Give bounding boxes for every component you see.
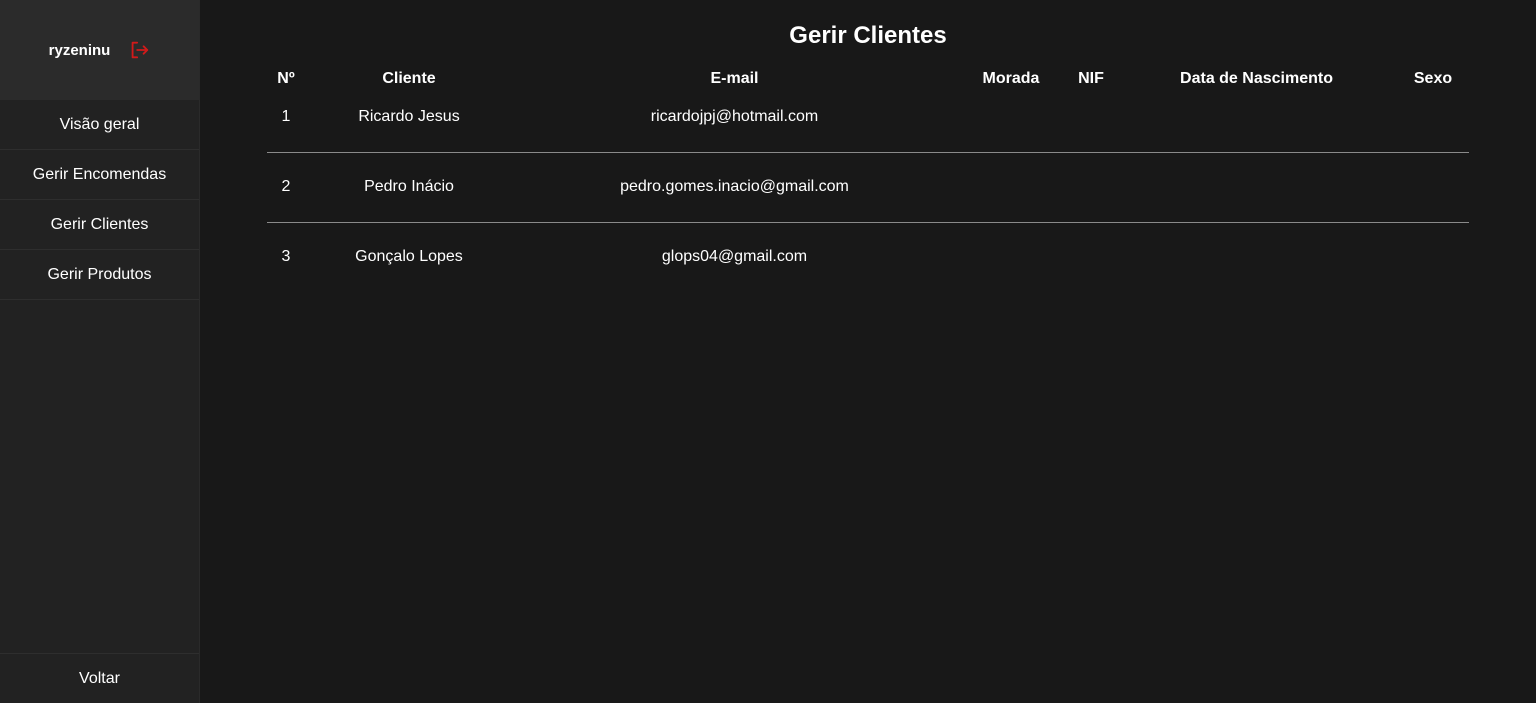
sidebar-nav: Visão geral Gerir Encomendas Gerir Clien… [0, 100, 199, 300]
username: ryzeninu [48, 41, 111, 59]
cell-num: 3 [281, 248, 291, 266]
header-morada: Morada [982, 70, 1040, 87]
table-row[interactable]: 1 Ricardo Jesus ricardojpj@hotmail.com [267, 96, 1469, 152]
cell-nif [1066, 152, 1116, 222]
header-data-nascimento: Data de Nascimento [1180, 70, 1333, 87]
cell-data-nascimento [1116, 222, 1397, 292]
logout-icon[interactable] [128, 39, 150, 61]
cell-sexo [1397, 152, 1469, 222]
cell-nif [1066, 222, 1116, 292]
cell-cliente: Ricardo Jesus [358, 107, 460, 125]
cell-cliente: Gonçalo Lopes [355, 248, 463, 266]
cell-data-nascimento [1116, 152, 1397, 222]
clients-table: Nº Cliente E-mail Morada NIF Data de Nas… [267, 62, 1469, 292]
cell-morada [956, 96, 1066, 152]
cell-morada [956, 222, 1066, 292]
header-sexo: Sexo [1413, 70, 1453, 87]
back-button[interactable]: Voltar [0, 653, 199, 703]
table-row[interactable]: 2 Pedro Inácio pedro.gomes.inacio@gmail.… [267, 152, 1469, 222]
cell-email: glops04@gmail.com [661, 248, 808, 266]
header-email: E-mail [710, 70, 759, 87]
sidebar-item-gerir-produtos[interactable]: Gerir Produtos [0, 250, 199, 300]
table-header-row: Nº Cliente E-mail Morada NIF Data de Nas… [267, 62, 1469, 96]
cell-morada [956, 152, 1066, 222]
sidebar-item-visao-geral[interactable]: Visão geral [0, 100, 199, 150]
app: ryzeninu Visão geral Gerir Encomendas Ge… [0, 0, 1536, 703]
sidebar-item-gerir-encomendas[interactable]: Gerir Encomendas [0, 150, 199, 200]
cell-cliente: Pedro Inácio [364, 178, 454, 195]
cell-num: 1 [281, 107, 291, 125]
cell-num: 2 [281, 178, 291, 195]
table-row[interactable]: 3 Gonçalo Lopes glops04@gmail.com [267, 222, 1469, 292]
cell-nif [1066, 96, 1116, 152]
cell-sexo [1397, 222, 1469, 292]
page-title: Gerir Clientes [789, 22, 947, 49]
cell-sexo [1397, 96, 1469, 152]
cell-data-nascimento [1116, 96, 1397, 152]
sidebar-item-gerir-clientes[interactable]: Gerir Clientes [0, 200, 199, 250]
header-nif: NIF [1078, 70, 1104, 87]
header-num: Nº [277, 70, 295, 87]
cell-email: pedro.gomes.inacio@gmail.com [620, 178, 849, 195]
user-box: ryzeninu [0, 0, 199, 100]
header-cliente: Cliente [382, 70, 436, 87]
cell-email: ricardojpj@hotmail.com [650, 107, 819, 125]
sidebar: ryzeninu Visão geral Gerir Encomendas Ge… [0, 0, 200, 703]
main-content: Gerir Clientes Nº Cliente E-mail Morada … [200, 0, 1536, 703]
